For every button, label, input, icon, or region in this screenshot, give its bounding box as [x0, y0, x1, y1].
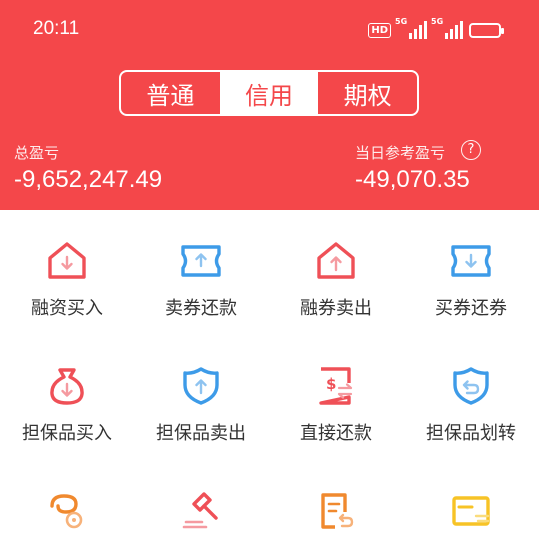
total-pl-label: 总盈亏 [14, 144, 60, 162]
action-gavel-button[interactable] [134, 490, 268, 544]
moneybag-down-icon [50, 368, 84, 405]
action-grid: 融资买入 卖券还款 融券卖出 买券还券 担保品买入 担保品卖出 $ 直接还款 担… [0, 210, 539, 539]
action-coin-button[interactable] [0, 490, 134, 544]
collateral-transfer-button[interactable]: 担保品划转 [404, 365, 538, 445]
action-label: 融券卖出 [300, 298, 372, 319]
ticket-down-icon [451, 245, 491, 277]
shield-return-icon [453, 367, 489, 405]
coin-swirl-icon [50, 494, 83, 529]
action-card-button[interactable] [404, 490, 538, 544]
action-label: 买券还券 [435, 298, 507, 319]
today-pl-label: 当日参考盈亏 [355, 144, 446, 162]
action-label: 担保品买入 [22, 423, 112, 444]
status-time: 20:11 [33, 18, 80, 39]
status-bar: 20:11 HD 5G 5G [0, 0, 539, 58]
margin-buy-button[interactable]: 融资买入 [0, 240, 134, 320]
direct-repay-button[interactable]: $ 直接还款 [269, 365, 403, 445]
hd-icon: HD [368, 22, 391, 38]
signal-icon-2: 5G [431, 17, 463, 39]
status-icons: HD 5G 5G [368, 17, 504, 40]
action-doc-button[interactable] [269, 490, 403, 544]
collateral-buy-button[interactable]: 担保品买入 [0, 365, 134, 445]
help-icon[interactable]: ? [461, 140, 481, 160]
account-type-tabs: 普通 信用 期权 [119, 70, 419, 116]
signal-icon: 5G [395, 17, 427, 39]
action-label: 融资买入 [31, 298, 103, 319]
doc-return-icon [321, 493, 354, 529]
today-pl-value: -49,070.35 [355, 166, 470, 193]
battery-icon [469, 22, 504, 38]
action-label: 卖券还款 [165, 298, 237, 319]
action-label: 担保品卖出 [156, 423, 246, 444]
house-up-icon [317, 242, 355, 279]
buy-return-button[interactable]: 买券还券 [404, 240, 538, 320]
gavel-icon [182, 492, 218, 529]
sell-repay-button[interactable]: 卖券还款 [134, 240, 268, 320]
tab-options[interactable]: 期权 [318, 72, 417, 114]
dollar-doc-icon: $ [319, 367, 353, 405]
ticket-up-icon [181, 245, 221, 277]
svg-text:$: $ [326, 375, 336, 393]
card-icon [452, 496, 490, 526]
action-label: 担保品划转 [426, 423, 516, 444]
shield-up-icon [183, 367, 219, 405]
header: 20:11 HD 5G 5G 普通 信用 期权 总盈亏 -9,652,247.4… [0, 0, 539, 210]
action-label: 直接还款 [300, 423, 372, 444]
house-down-icon [48, 242, 86, 279]
tab-credit[interactable]: 信用 [219, 72, 319, 114]
short-sell-button[interactable]: 融券卖出 [269, 240, 403, 320]
total-pl-value: -9,652,247.49 [14, 166, 163, 193]
collateral-sell-button[interactable]: 担保品卖出 [134, 365, 268, 445]
tab-normal[interactable]: 普通 [121, 72, 220, 114]
